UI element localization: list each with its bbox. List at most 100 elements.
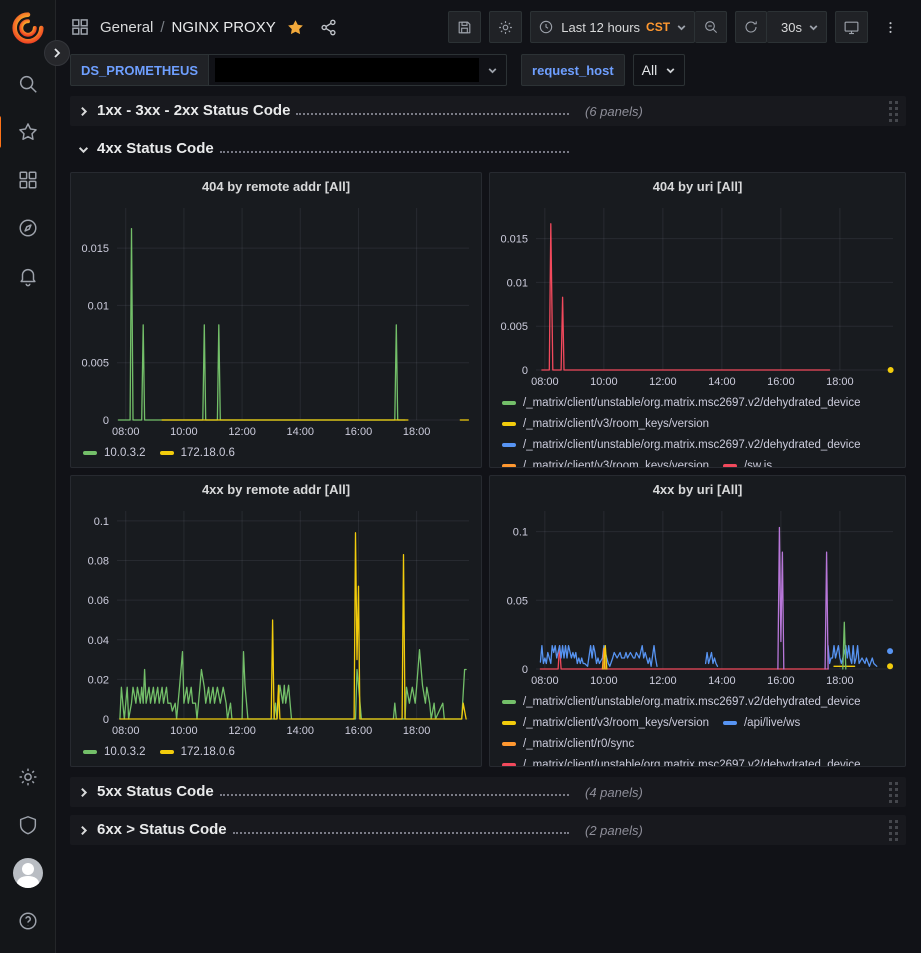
legend-swatch — [502, 401, 516, 405]
row-header-1xx-3xx-2xx[interactable]: 1xx - 3xx - 2xx Status Code (6 panels) — [70, 96, 906, 126]
legend-item[interactable]: 172.18.0.6 — [160, 442, 235, 463]
dashboard-title[interactable]: NGINX PROXY — [172, 19, 276, 36]
sidebar-expand-button[interactable] — [44, 40, 70, 66]
svg-text:18:00: 18:00 — [826, 675, 854, 687]
chart-area[interactable]: 08:0010:0012:0014:0016:0018:0000.0050.01… — [71, 200, 481, 441]
save-dashboard-button[interactable] — [448, 11, 481, 43]
variables-row: DS_PROMETHEUS request_host All — [70, 54, 906, 86]
apps-grid-icon[interactable] — [70, 17, 90, 37]
svg-text:16:00: 16:00 — [767, 675, 795, 687]
legend-label: /_matrix/client/unstable/org.matrix.msc2… — [523, 696, 861, 708]
legend-swatch — [723, 721, 737, 725]
legend-label: 10.0.3.2 — [104, 746, 146, 758]
chevron-down-icon — [808, 22, 819, 33]
row-dotted-line — [296, 113, 569, 115]
legend-item[interactable]: /_matrix/client/unstable/org.matrix.msc2… — [502, 754, 861, 766]
legend-item[interactable]: /api/live/ws — [723, 712, 800, 733]
row-drag-handle[interactable] — [889, 820, 898, 841]
timeseries-chart: 08:0010:0012:0014:0016:0018:0000.050.1 — [490, 503, 905, 690]
svg-text:0.1: 0.1 — [513, 527, 528, 539]
panel-grid: 404 by remote addr [All] 08:0010:0012:00… — [70, 172, 906, 767]
redacted-value — [215, 58, 479, 82]
legend-swatch — [502, 763, 516, 767]
variable-label-ds-prometheus[interactable]: DS_PROMETHEUS — [70, 54, 209, 86]
panel-title[interactable]: 4xx by remote addr [All] — [71, 476, 481, 503]
more-options-button[interactable] — [874, 11, 906, 43]
svg-text:0.08: 0.08 — [88, 556, 109, 568]
sidebar-item-profile[interactable] — [6, 851, 50, 895]
refresh-interval-picker[interactable]: 30s — [767, 11, 827, 43]
legend-item[interactable]: 10.0.3.2 — [83, 442, 146, 463]
legend-item[interactable]: /_matrix/client/v3/room_keys/version — [502, 712, 709, 733]
sidebar-item-help[interactable] — [6, 899, 50, 943]
sidebar-item-search[interactable] — [6, 62, 50, 106]
row-header-4xx[interactable]: 4xx Status Code — [70, 134, 906, 164]
row-header-6xx[interactable]: 6xx > Status Code (2 panels) — [70, 815, 906, 845]
legend-item[interactable]: /_matrix/client/v3/room_keys/version — [502, 455, 709, 467]
panel-title[interactable]: 4xx by uri [All] — [490, 476, 905, 503]
legend-item[interactable]: /sw.js — [723, 455, 772, 467]
row-drag-handle[interactable] — [889, 101, 898, 122]
svg-text:08:00: 08:00 — [112, 426, 140, 438]
chart-area[interactable]: 08:0010:0012:0014:0016:0018:0000.050.1 — [490, 503, 905, 690]
legend-item[interactable]: /_matrix/client/unstable/org.matrix.msc2… — [502, 392, 861, 413]
timeseries-chart: 08:0010:0012:0014:0016:0018:0000.0050.01… — [490, 200, 905, 391]
chevron-down-icon — [665, 65, 676, 76]
svg-text:0.015: 0.015 — [81, 243, 109, 255]
legend-item[interactable]: 172.18.0.6 — [160, 741, 235, 762]
svg-text:16:00: 16:00 — [345, 725, 373, 737]
zoom-out-time-button[interactable] — [695, 11, 727, 43]
legend-item[interactable]: /_matrix/client/unstable/org.matrix.msc2… — [502, 434, 861, 455]
svg-text:0.005: 0.005 — [81, 358, 109, 370]
breadcrumb-section[interactable]: General — [100, 19, 153, 36]
variable-value-ds-prometheus[interactable] — [209, 54, 507, 86]
row-drag-handle[interactable] — [889, 782, 898, 803]
chevron-right-icon — [78, 106, 89, 117]
sidebar-item-server-admin[interactable] — [6, 803, 50, 847]
chart-area[interactable]: 08:0010:0012:0014:0016:0018:0000.020.040… — [71, 503, 481, 740]
svg-text:10:00: 10:00 — [590, 675, 618, 687]
legend-item[interactable]: 10.0.3.2 — [83, 741, 146, 762]
svg-text:16:00: 16:00 — [767, 376, 795, 388]
svg-text:08:00: 08:00 — [112, 725, 140, 737]
variable-selected-value: All — [634, 62, 666, 78]
sidebar-item-dashboards[interactable] — [6, 158, 50, 202]
kiosk-mode-button[interactable] — [835, 11, 868, 43]
legend-swatch — [160, 451, 174, 455]
chart-area[interactable]: 08:0010:0012:0014:0016:0018:0000.0050.01… — [490, 200, 905, 391]
legend-label: /_matrix/client/r0/sync — [523, 738, 634, 750]
gear-icon — [17, 766, 39, 788]
row-title-wrap: 4xx Status Code — [97, 140, 571, 158]
grafana-logo[interactable] — [6, 6, 50, 50]
svg-text:0.05: 0.05 — [507, 595, 528, 607]
dashboard-settings-button[interactable] — [489, 11, 522, 43]
refresh-button[interactable] — [735, 11, 767, 43]
svg-text:18:00: 18:00 — [826, 376, 854, 388]
row-panel-count: (2 panels) — [585, 823, 643, 838]
sidebar-item-configuration[interactable] — [6, 755, 50, 799]
sidebar-item-alerting[interactable] — [6, 254, 50, 298]
legend-item[interactable]: /_matrix/client/v3/room_keys/version — [502, 413, 709, 434]
legend-label: /sw.js — [744, 460, 772, 468]
time-range-picker[interactable]: Last 12 hours CST — [530, 11, 695, 43]
sidebar-item-starred[interactable] — [6, 110, 50, 154]
favorite-star-icon[interactable] — [286, 18, 305, 37]
main-content: General / NGINX PROXY — [56, 0, 921, 953]
panel-title[interactable]: 404 by remote addr [All] — [71, 173, 481, 200]
sidebar-item-explore[interactable] — [6, 206, 50, 250]
legend-item[interactable]: /_matrix/client/r0/sync — [502, 733, 634, 754]
refresh-icon — [743, 19, 759, 35]
panel-title[interactable]: 404 by uri [All] — [490, 173, 905, 200]
legend-swatch — [502, 422, 516, 426]
chart-legend: /_matrix/client/unstable/org.matrix.msc2… — [490, 391, 905, 467]
row-title-wrap: 6xx > Status Code — [97, 821, 571, 839]
variable-value-request-host[interactable]: All — [633, 54, 686, 86]
row-header-5xx[interactable]: 5xx Status Code (4 panels) — [70, 777, 906, 807]
svg-text:18:00: 18:00 — [403, 426, 431, 438]
variable-label-request-host[interactable]: request_host — [521, 54, 625, 86]
legend-item[interactable]: /_matrix/client/unstable/org.matrix.msc2… — [502, 691, 861, 712]
svg-text:08:00: 08:00 — [531, 675, 559, 687]
share-icon[interactable] — [319, 18, 338, 37]
svg-text:0.01: 0.01 — [507, 277, 528, 289]
magnifier-minus-icon — [703, 19, 719, 35]
